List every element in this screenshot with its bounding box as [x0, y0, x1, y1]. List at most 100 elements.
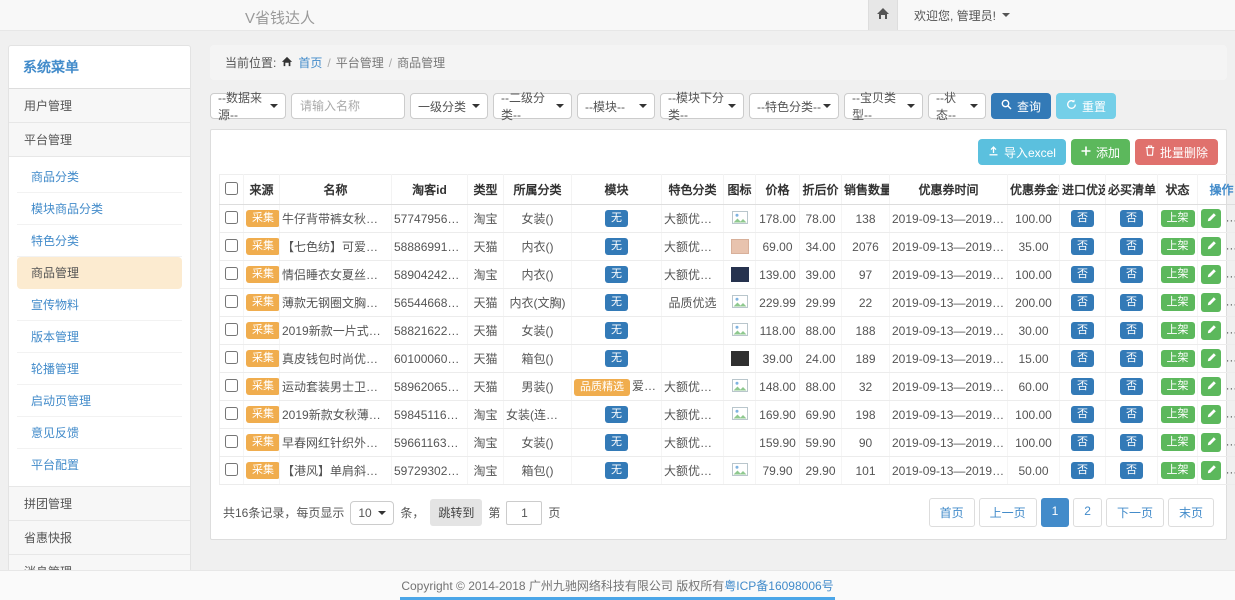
row-checkbox[interactable] — [225, 323, 238, 336]
filter-status-select[interactable]: --状态-- — [928, 93, 986, 119]
delete-button[interactable] — [1226, 265, 1235, 284]
must-buy-badge[interactable]: 否 — [1120, 378, 1143, 395]
delete-button[interactable] — [1226, 321, 1235, 340]
import-excel-button[interactable]: 导入excel — [978, 139, 1066, 165]
import-select-badge[interactable]: 否 — [1071, 350, 1094, 367]
row-checkbox[interactable] — [225, 463, 238, 476]
status-badge[interactable]: 上架 — [1161, 266, 1195, 283]
row-checkbox[interactable] — [225, 211, 238, 224]
batch-delete-button[interactable]: 批量删除 — [1135, 139, 1218, 165]
filter-name-input[interactable] — [291, 93, 405, 119]
import-select-badge[interactable]: 否 — [1071, 406, 1094, 423]
edit-button[interactable] — [1201, 433, 1221, 452]
must-buy-badge[interactable]: 否 — [1120, 406, 1143, 423]
filter-module-select[interactable]: --模块-- — [577, 93, 655, 119]
first-page-button[interactable]: 首页 — [929, 498, 975, 527]
delete-button[interactable] — [1226, 433, 1235, 452]
filter-data-source-select[interactable]: --数据来源-- — [210, 93, 286, 119]
status-badge[interactable]: 上架 — [1161, 462, 1195, 479]
delete-button[interactable] — [1226, 405, 1235, 424]
row-checkbox[interactable] — [225, 379, 238, 392]
delete-button[interactable] — [1226, 377, 1235, 396]
import-select-badge[interactable]: 否 — [1071, 266, 1094, 283]
delete-button[interactable] — [1226, 209, 1235, 228]
select-all-checkbox[interactable] — [225, 182, 238, 195]
status-badge[interactable]: 上架 — [1161, 406, 1195, 423]
last-page-button[interactable]: 末页 — [1168, 498, 1214, 527]
page-2-button[interactable]: 2 — [1073, 498, 1102, 527]
edit-button[interactable] — [1201, 209, 1221, 228]
sidebar-item-platform-config[interactable]: 平台配置 — [17, 449, 182, 480]
sidebar-item-module-goods-category[interactable]: 模块商品分类 — [17, 193, 182, 225]
page-size-select[interactable]: 10 — [350, 501, 394, 525]
edit-button[interactable] — [1201, 461, 1221, 480]
edit-button[interactable] — [1201, 349, 1221, 368]
icp-link[interactable]: 粤ICP备16098006号 — [724, 577, 833, 594]
import-select-badge[interactable]: 否 — [1071, 294, 1094, 311]
sidebar-item-goods-management[interactable]: 商品管理 — [17, 257, 182, 289]
add-button[interactable]: 添加 — [1071, 139, 1130, 165]
delete-button[interactable] — [1226, 293, 1235, 312]
must-buy-badge[interactable]: 否 — [1120, 462, 1143, 479]
import-select-badge[interactable]: 否 — [1071, 462, 1094, 479]
row-checkbox[interactable] — [225, 239, 238, 252]
sidebar-group-groupbuy[interactable]: 拼团管理 — [9, 487, 190, 521]
search-button[interactable]: 查询 — [991, 93, 1051, 119]
import-select-badge[interactable]: 否 — [1071, 434, 1094, 451]
delete-button[interactable] — [1226, 461, 1235, 480]
must-buy-badge[interactable]: 否 — [1120, 350, 1143, 367]
status-badge[interactable]: 上架 — [1161, 434, 1195, 451]
breadcrumb-home-link[interactable]: 首页 — [298, 54, 322, 71]
sidebar-item-feedback[interactable]: 意见反馈 — [17, 417, 182, 449]
delete-button[interactable] — [1226, 237, 1235, 256]
sidebar-group-users[interactable]: 用户管理 — [9, 89, 190, 123]
import-select-badge[interactable]: 否 — [1071, 322, 1094, 339]
sidebar-item-carousel-management[interactable]: 轮播管理 — [17, 353, 182, 385]
import-select-badge[interactable]: 否 — [1071, 210, 1094, 227]
edit-button[interactable] — [1201, 321, 1221, 340]
must-buy-badge[interactable]: 否 — [1120, 294, 1143, 311]
row-checkbox[interactable] — [225, 407, 238, 420]
filter-category1-select[interactable]: 一级分类 — [410, 93, 488, 119]
import-select-badge[interactable]: 否 — [1071, 238, 1094, 255]
edit-button[interactable] — [1201, 237, 1221, 256]
reset-button[interactable]: 重置 — [1056, 93, 1116, 119]
delete-button[interactable] — [1226, 349, 1235, 368]
sidebar-group-express-news[interactable]: 省惠快报 — [9, 521, 190, 555]
filter-category2-select[interactable]: --二级分类-- — [493, 93, 572, 119]
must-buy-badge[interactable]: 否 — [1120, 434, 1143, 451]
row-checkbox[interactable] — [225, 435, 238, 448]
status-badge[interactable]: 上架 — [1161, 238, 1195, 255]
sidebar-item-version-management[interactable]: 版本管理 — [17, 321, 182, 353]
page-1-button[interactable]: 1 — [1041, 498, 1070, 527]
sidebar-item-promo-material[interactable]: 宣传物料 — [17, 289, 182, 321]
sidebar-group-platform[interactable]: 平台管理 — [9, 123, 190, 157]
must-buy-badge[interactable]: 否 — [1120, 238, 1143, 255]
user-menu[interactable]: 欢迎您, 管理员! — [914, 7, 1010, 24]
must-buy-badge[interactable]: 否 — [1120, 210, 1143, 227]
status-badge[interactable]: 上架 — [1161, 350, 1195, 367]
status-badge[interactable]: 上架 — [1161, 378, 1195, 395]
must-buy-badge[interactable]: 否 — [1120, 266, 1143, 283]
edit-button[interactable] — [1201, 405, 1221, 424]
sidebar-item-goods-category[interactable]: 商品分类 — [17, 161, 182, 193]
status-badge[interactable]: 上架 — [1161, 210, 1195, 227]
edit-button[interactable] — [1201, 265, 1221, 284]
filter-module-sub-select[interactable]: --模块下分类-- — [660, 93, 744, 119]
page-number-input[interactable] — [506, 501, 542, 525]
sidebar-item-splash-management[interactable]: 启动页管理 — [17, 385, 182, 417]
jump-button[interactable]: 跳转到 — [430, 499, 482, 526]
filter-feature-select[interactable]: --特色分类-- — [749, 93, 839, 119]
filter-item-type-select[interactable]: --宝贝类型-- — [844, 93, 923, 119]
home-button[interactable] — [868, 0, 898, 30]
row-checkbox[interactable] — [225, 351, 238, 364]
row-checkbox[interactable] — [225, 267, 238, 280]
status-badge[interactable]: 上架 — [1161, 294, 1195, 311]
row-checkbox[interactable] — [225, 295, 238, 308]
edit-button[interactable] — [1201, 377, 1221, 396]
prev-page-button[interactable]: 上一页 — [979, 498, 1037, 527]
edit-button[interactable] — [1201, 293, 1221, 312]
next-page-button[interactable]: 下一页 — [1106, 498, 1164, 527]
must-buy-badge[interactable]: 否 — [1120, 322, 1143, 339]
status-badge[interactable]: 上架 — [1161, 322, 1195, 339]
